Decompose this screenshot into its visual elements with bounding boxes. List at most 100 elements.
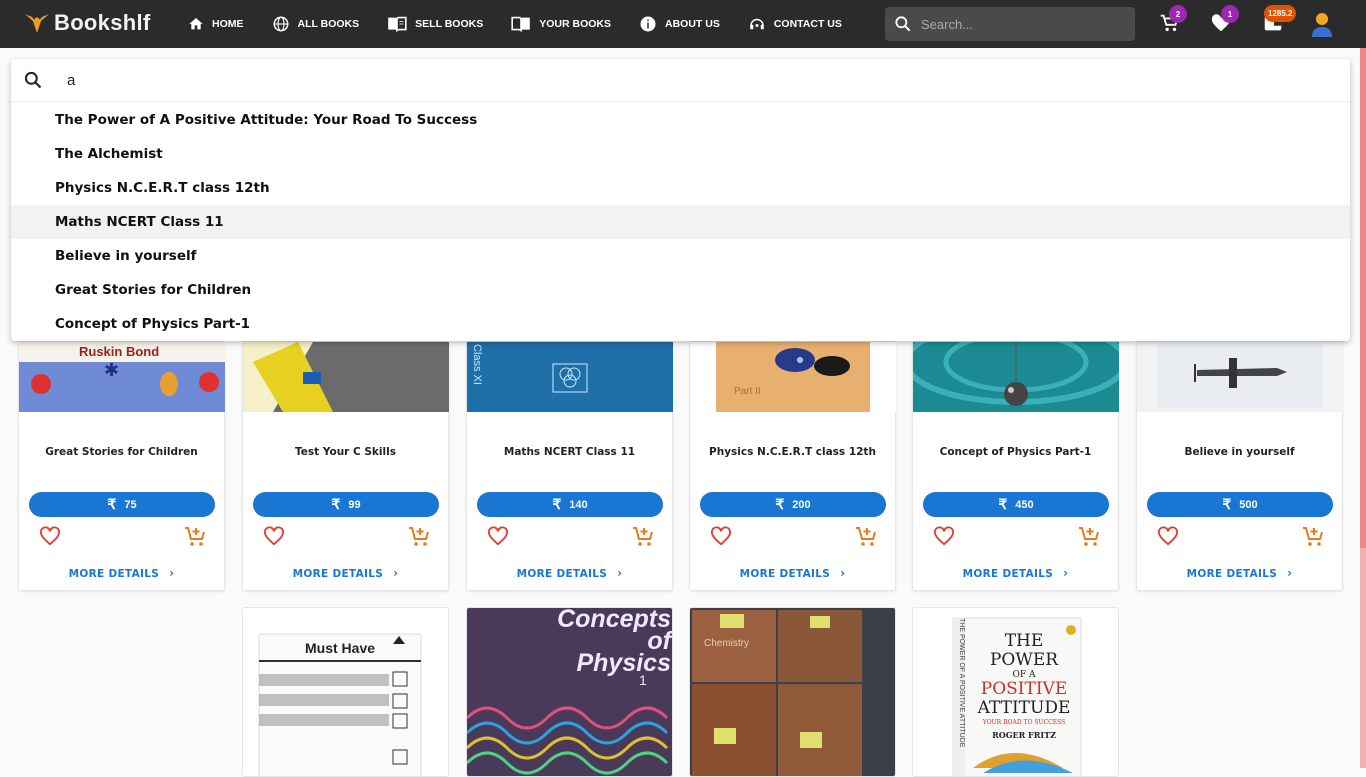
navbar-search[interactable] — [885, 7, 1135, 41]
book-price-button[interactable]: ₹75 — [29, 492, 215, 517]
wishlist-count-badge: 1 — [1221, 5, 1239, 23]
cover-author: ROGER FRITZ — [992, 730, 1056, 740]
more-details-label: MORE DETAILS — [516, 568, 608, 580]
add-to-cart-button[interactable] — [183, 524, 207, 553]
search-suggestion[interactable]: The Power of A Positive Attitude: Your R… — [11, 103, 1350, 137]
book-price: 500 — [1239, 498, 1258, 511]
book-card[interactable]: Concepts of Physics 1 — [466, 607, 673, 777]
dropdown-search-bar[interactable] — [11, 59, 1350, 102]
rupee-icon: ₹ — [107, 496, 117, 512]
search-suggestion[interactable]: Believe in yourself — [11, 239, 1350, 273]
nav-home[interactable]: HOME — [188, 16, 244, 32]
add-to-cart-button[interactable] — [1301, 524, 1325, 553]
more-details-link[interactable]: MORE DETAILS › — [913, 566, 1118, 580]
book-price: 75 — [124, 498, 137, 511]
book-price: 140 — [569, 498, 588, 511]
book-price-button[interactable]: ₹99 — [253, 492, 439, 517]
add-cart-icon — [1079, 527, 1099, 546]
wishlist-button[interactable]: 1 — [1210, 5, 1239, 39]
add-to-wishlist-button[interactable] — [933, 526, 955, 551]
chevron-right-icon: › — [840, 566, 846, 580]
book-cover-text: Class XI — [471, 344, 483, 385]
book-cover[interactable] — [1137, 342, 1343, 412]
search-suggestion-highlighted[interactable]: Maths NCERT Class 11 — [11, 205, 1350, 239]
book-price: 99 — [348, 498, 361, 511]
book-price-button[interactable]: ₹450 — [923, 492, 1109, 517]
nav-about-us[interactable]: ABOUT US — [639, 15, 720, 33]
cover-title-line: POSITIVE — [980, 679, 1068, 699]
book-cover[interactable]: ✱ Ruskin Bond — [19, 342, 225, 412]
rupee-icon: ₹ — [775, 496, 785, 512]
dropdown-search-input[interactable] — [67, 71, 667, 89]
add-to-cart-button[interactable] — [1077, 524, 1101, 553]
book-price-button[interactable]: ₹200 — [700, 492, 886, 517]
book-cover[interactable] — [913, 342, 1119, 412]
home-icon — [189, 18, 203, 30]
add-cart-icon — [409, 527, 429, 546]
book-title: Test Your C Skills — [295, 446, 396, 458]
more-details-link[interactable]: MORE DETAILS › — [690, 566, 895, 580]
book-card[interactable]: Believe in yourself ₹500 MORE DETAILS › — [1136, 341, 1343, 591]
add-to-cart-button[interactable] — [631, 524, 655, 553]
nav-your-books[interactable]: YOUR BOOKS — [511, 16, 611, 32]
book-price-button[interactable]: ₹500 — [1147, 492, 1333, 517]
nav-home-label: HOME — [212, 18, 244, 30]
add-to-wishlist-button[interactable] — [1157, 526, 1179, 551]
book-cover-text: Part II — [734, 386, 761, 397]
brand-logo[interactable]: Bookshlf — [24, 10, 151, 36]
scrollbar-thumb[interactable] — [1360, 48, 1366, 548]
book-price: 450 — [1015, 498, 1034, 511]
globe-icon — [273, 16, 288, 32]
book-card[interactable]: THE POWER OF A POSITIVE ATTITUDE YOUR RO… — [912, 607, 1119, 777]
book-card[interactable]: Part II Physics N.C.E.R.T class 12th ₹20… — [689, 341, 896, 591]
nav-all-books[interactable]: ALL BOOKS — [272, 15, 359, 33]
nav-sell-books[interactable]: SELL BOOKS — [387, 16, 483, 32]
heart-outline-icon — [264, 526, 284, 546]
more-details-link[interactable]: MORE DETAILS › — [19, 566, 224, 580]
book-card[interactable]: Concept of Physics Part-1 ₹450 MORE DETA… — [912, 341, 1119, 591]
book-card[interactable]: Must Have — [242, 607, 449, 777]
book-card[interactable]: Chemistry — [689, 607, 896, 777]
book-cover-art — [467, 342, 673, 412]
book-cover[interactable] — [243, 342, 449, 412]
add-to-wishlist-button[interactable] — [487, 526, 509, 551]
search-suggestion[interactable]: Concept of Physics Part-1 — [11, 307, 1350, 341]
cover-subtitle: YOUR ROAD TO SUCCESS — [982, 719, 1066, 726]
book-title: Great Stories for Children — [45, 446, 198, 458]
book-price: 200 — [792, 498, 811, 511]
cover-title-line: ATTITUDE — [977, 698, 1071, 718]
heart-outline-icon — [488, 526, 508, 546]
add-to-wishlist-button[interactable] — [39, 526, 61, 551]
add-to-wishlist-button[interactable] — [710, 526, 732, 551]
more-details-label: MORE DETAILS — [68, 568, 160, 580]
user-avatar[interactable] — [1311, 11, 1333, 42]
book-cover[interactable]: Part II — [690, 342, 896, 412]
wallet-button[interactable]: 1285.2 — [1262, 5, 1297, 39]
search-suggestion[interactable]: Physics N.C.E.R.T class 12th — [11, 171, 1350, 205]
search-suggestion[interactable]: The Alchemist — [11, 137, 1350, 171]
navbar-search-input[interactable] — [921, 16, 1121, 32]
user-avatar-icon — [1312, 13, 1332, 37]
rupee-icon: ₹ — [998, 496, 1008, 512]
more-details-link[interactable]: MORE DETAILS › — [1137, 566, 1342, 580]
add-to-cart-button[interactable] — [407, 524, 431, 553]
book-cover[interactable]: Class XI — [467, 342, 673, 412]
book-card[interactable]: Test Your C Skills ₹99 MORE DETAILS › — [242, 341, 449, 591]
cart-button[interactable]: 2 — [1158, 5, 1187, 39]
more-details-link[interactable]: MORE DETAILS › — [467, 566, 672, 580]
add-to-wishlist-button[interactable] — [263, 526, 285, 551]
add-to-cart-button[interactable] — [854, 524, 878, 553]
book-price-button[interactable]: ₹140 — [477, 492, 663, 517]
book-card[interactable]: ✱ Ruskin Bond Great Stories for Children… — [18, 341, 225, 591]
search-suggestions-dropdown: The Power of A Positive Attitude: Your R… — [11, 59, 1350, 341]
nav-contact-us[interactable]: CONTACT US — [748, 15, 842, 33]
heart-outline-icon — [934, 526, 954, 546]
chevron-right-icon: › — [617, 566, 623, 580]
book-cover-text: Chemistry — [704, 638, 750, 649]
book-card[interactable]: Class XI Maths NCERT Class 11 ₹140 MORE … — [466, 341, 673, 591]
search-suggestion[interactable]: Great Stories for Children — [11, 273, 1350, 307]
support-icon — [750, 18, 764, 30]
book-cover-text: Must Have — [305, 640, 376, 656]
chevron-right-icon: › — [393, 566, 399, 580]
more-details-link[interactable]: MORE DETAILS › — [243, 566, 448, 580]
